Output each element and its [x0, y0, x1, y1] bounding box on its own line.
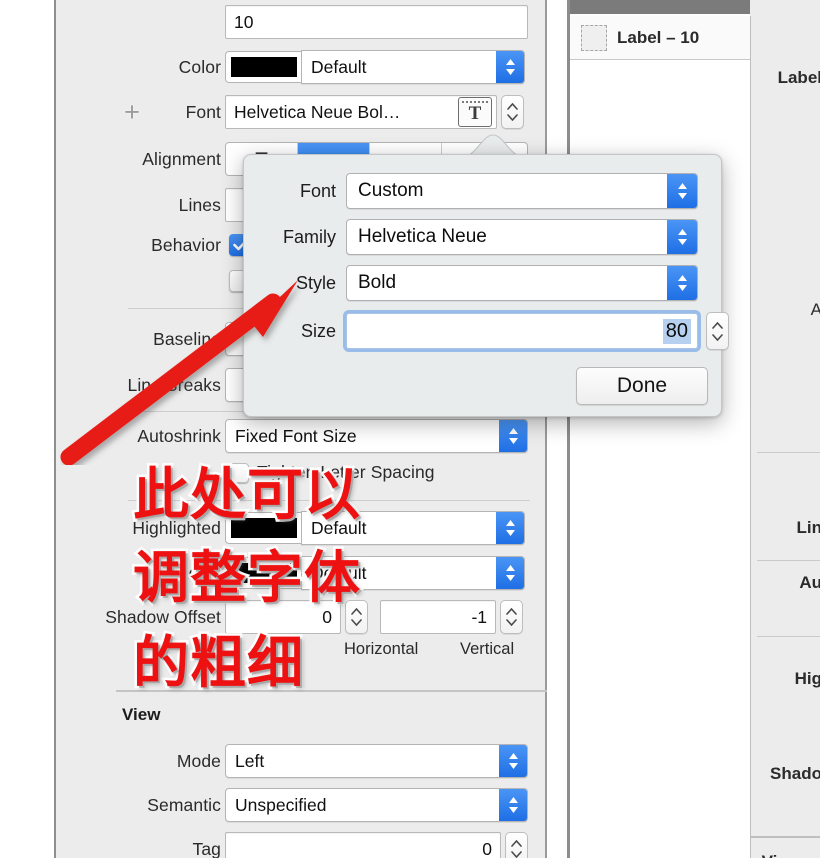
color-popup-value: Default: [311, 56, 367, 77]
document-outline-item-title: Label – 10: [617, 27, 700, 47]
annotation-line-2: 调整字体: [131, 544, 363, 614]
popover-style-label: Style: [295, 272, 336, 293]
chevron-updown-icon: [667, 266, 697, 300]
alignment-row-label: Alignment: [142, 148, 221, 169]
secondary-label-label: Label: [777, 68, 820, 87]
secondary-label-shadow: Shado: [770, 764, 820, 783]
line-breaks-row-label: Line Breaks: [127, 374, 221, 395]
popover-font-label: Font: [299, 180, 336, 201]
color-popup-button[interactable]: Default: [301, 50, 525, 84]
popover-style-popup[interactable]: Bold: [346, 265, 698, 301]
mode-popup-value: Left: [235, 750, 265, 771]
secondary-section-rule: [751, 836, 820, 838]
secondary-inspector-topfill: [750, 0, 820, 16]
mode-row-label: Mode: [176, 750, 221, 771]
attributes-inspector-panel: 10 Color Default + Font Helvetica Neue B…: [56, 0, 547, 858]
font-panel-T-icon[interactable]: T: [458, 97, 492, 127]
font-name-field[interactable]: Helvetica Neue Bol… T: [225, 95, 497, 129]
left-gutter: [0, 0, 54, 858]
autoshrink-popup-value: Fixed Font Size: [235, 425, 357, 446]
shadow-offset-vertical-field[interactable]: -1: [380, 600, 496, 634]
mode-row: Mode Left: [56, 744, 547, 778]
label-object-icon: [581, 24, 607, 51]
text-color-well[interactable]: [225, 51, 301, 83]
popover-family-label: Family: [283, 226, 336, 247]
secondary-label-alignment: A: [810, 300, 820, 319]
tag-field[interactable]: 0: [225, 832, 501, 858]
lines-row-label: Lines: [178, 194, 221, 215]
popover-style-value: Bold: [358, 272, 397, 293]
chevron-updown-icon: [496, 512, 524, 544]
chevron-updown-icon: [499, 420, 527, 452]
autoshrink-row: Autoshrink Fixed Font Size: [56, 419, 547, 453]
popover-family-row: Family Helvetica Neue: [258, 219, 698, 255]
popover-size-field[interactable]: 80: [346, 313, 698, 349]
color-swatch: [230, 57, 297, 77]
annotation-line-1: 此处可以: [131, 461, 363, 531]
popover-size-value: 80: [662, 318, 691, 344]
semantic-row: Semantic Unspecified: [56, 788, 547, 822]
secondary-separator-1: [757, 452, 820, 453]
popover-size-stepper[interactable]: [706, 312, 729, 350]
secondary-label-linebreaks: Lin: [796, 518, 820, 537]
popover-size-label: Size: [300, 320, 336, 341]
mode-popup-button[interactable]: Left: [225, 744, 528, 778]
tag-stepper[interactable]: [505, 832, 528, 858]
shadow-offset-horizontal-label: Horizontal: [344, 640, 419, 658]
secondary-inspector: Label A Lin Au Hig Shado View: [750, 16, 820, 858]
popover-done-button[interactable]: Done: [576, 367, 708, 405]
popover-family-value: Helvetica Neue: [358, 226, 487, 247]
popover-style-row: Style Bold: [258, 265, 698, 301]
behavior-row-label: Behavior: [151, 234, 221, 255]
autoshrink-row-label: Autoshrink: [137, 425, 221, 446]
shadow-offset-vertical-stepper[interactable]: [500, 600, 523, 634]
secondary-label-highlighted: Hig: [794, 669, 820, 688]
chevron-updown-icon: [499, 789, 527, 821]
semantic-row-label: Semantic: [147, 794, 221, 815]
chevron-updown-icon: [667, 220, 697, 254]
document-outline-item-label[interactable]: Label – 10: [570, 16, 750, 60]
font-row: Font Helvetica Neue Bol… T: [56, 95, 547, 129]
semantic-popup-button[interactable]: Unspecified: [225, 788, 528, 822]
popover-font-value: Custom: [358, 180, 424, 201]
chevron-updown-icon: [496, 557, 524, 589]
popover-font-row: Font Custom: [258, 173, 698, 209]
secondary-separator-2: [757, 560, 820, 561]
popover-family-popup[interactable]: Helvetica Neue: [346, 219, 698, 255]
chevron-updown-icon: [667, 174, 697, 208]
font-size-stepper[interactable]: [501, 95, 524, 129]
tag-row-label: Tag: [192, 838, 221, 858]
baseline-row-label: Baseline: [153, 328, 221, 349]
text-row: 10: [225, 5, 528, 39]
secondary-label-view: View: [762, 852, 800, 858]
secondary-pane: Label – 10 Label A Lin Au Hig Shado View: [549, 0, 820, 858]
color-row-label: Color: [178, 56, 221, 77]
font-name-value: Helvetica Neue Bol…: [234, 101, 401, 122]
shadow-offset-vertical-label: Vertical: [460, 640, 515, 658]
tag-row: Tag 0: [56, 832, 547, 858]
popover-size-row: Size 80: [258, 312, 729, 350]
autoshrink-popup-button[interactable]: Fixed Font Size: [225, 419, 528, 453]
screenshot-root: Label – 10 Label A Lin Au Hig Shado View…: [0, 0, 820, 858]
annotation-line-3: 的粗细: [131, 629, 306, 699]
chevron-updown-icon: [496, 51, 524, 83]
secondary-pane-left-white: [549, 0, 567, 858]
popover-font-popup[interactable]: Custom: [346, 173, 698, 209]
font-row-label: Font: [185, 101, 221, 122]
semantic-popup-value: Unspecified: [235, 794, 327, 815]
chevron-updown-icon: [499, 745, 527, 777]
secondary-separator-3: [757, 636, 820, 637]
view-section-title: View: [122, 705, 161, 724]
label-text-field[interactable]: 10: [225, 5, 528, 39]
color-row: Color Default: [56, 50, 547, 84]
secondary-label-autoshrink: Au: [799, 573, 820, 592]
